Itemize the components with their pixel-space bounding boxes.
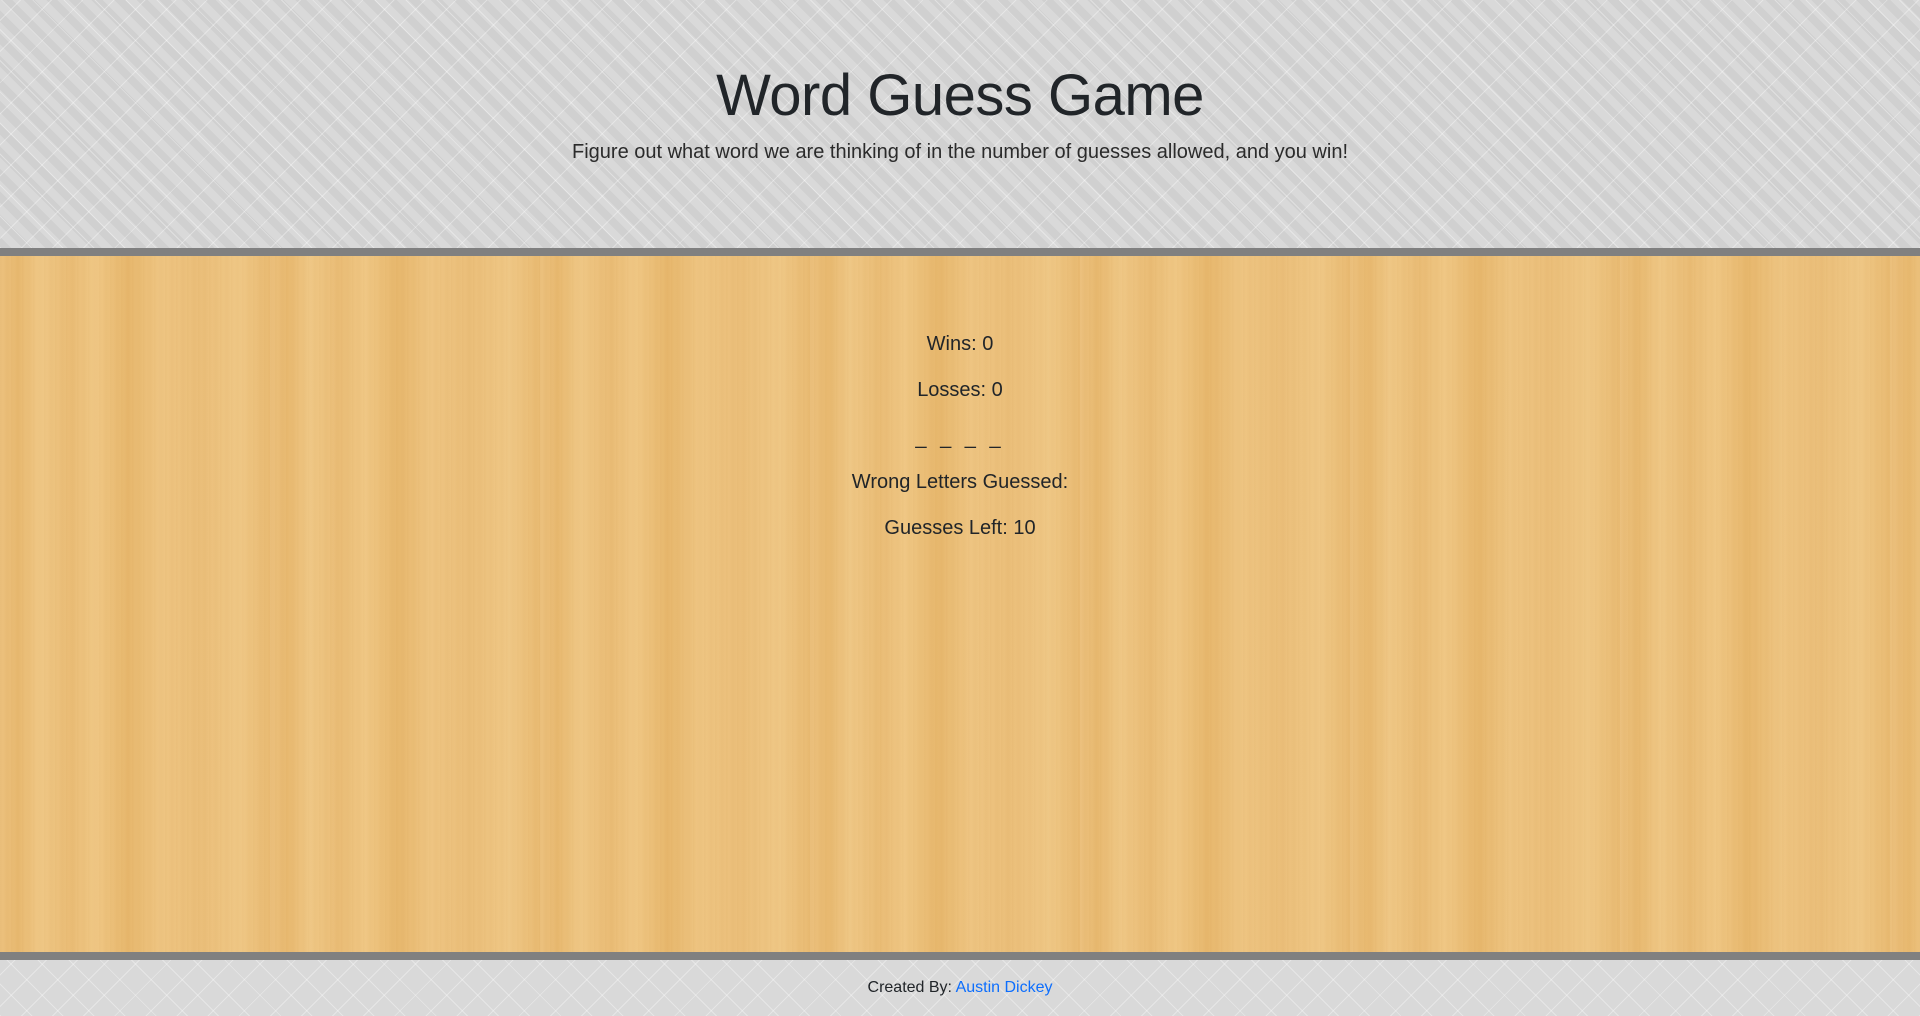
word-blanks: _ _ _ _ [915,427,1005,449]
wrong-letters-label: Wrong Letters Guessed: [851,471,1069,493]
losses-counter: Losses: 0 [917,379,1003,401]
footer-divider [0,952,1920,960]
guesses-left-counter: Guesses Left: 10 [884,517,1036,539]
footer-credit: Created By: Austin Dickey [0,979,1920,997]
created-by-label: Created By: [867,979,952,996]
game-board: Wins: 0 Losses: 0 _ _ _ _ Wrong Letters … [0,256,1920,952]
header-divider [0,248,1920,256]
author-link[interactable]: Austin Dickey [956,979,1053,996]
page-subtitle: Figure out what word we are thinking of … [572,141,1348,163]
wins-counter: Wins: 0 [926,333,994,355]
page-header: Word Guess Game Figure out what word we … [0,0,1920,248]
page-footer: Created By: Austin Dickey [0,960,1920,1016]
page-title: Word Guess Game [716,63,1204,128]
